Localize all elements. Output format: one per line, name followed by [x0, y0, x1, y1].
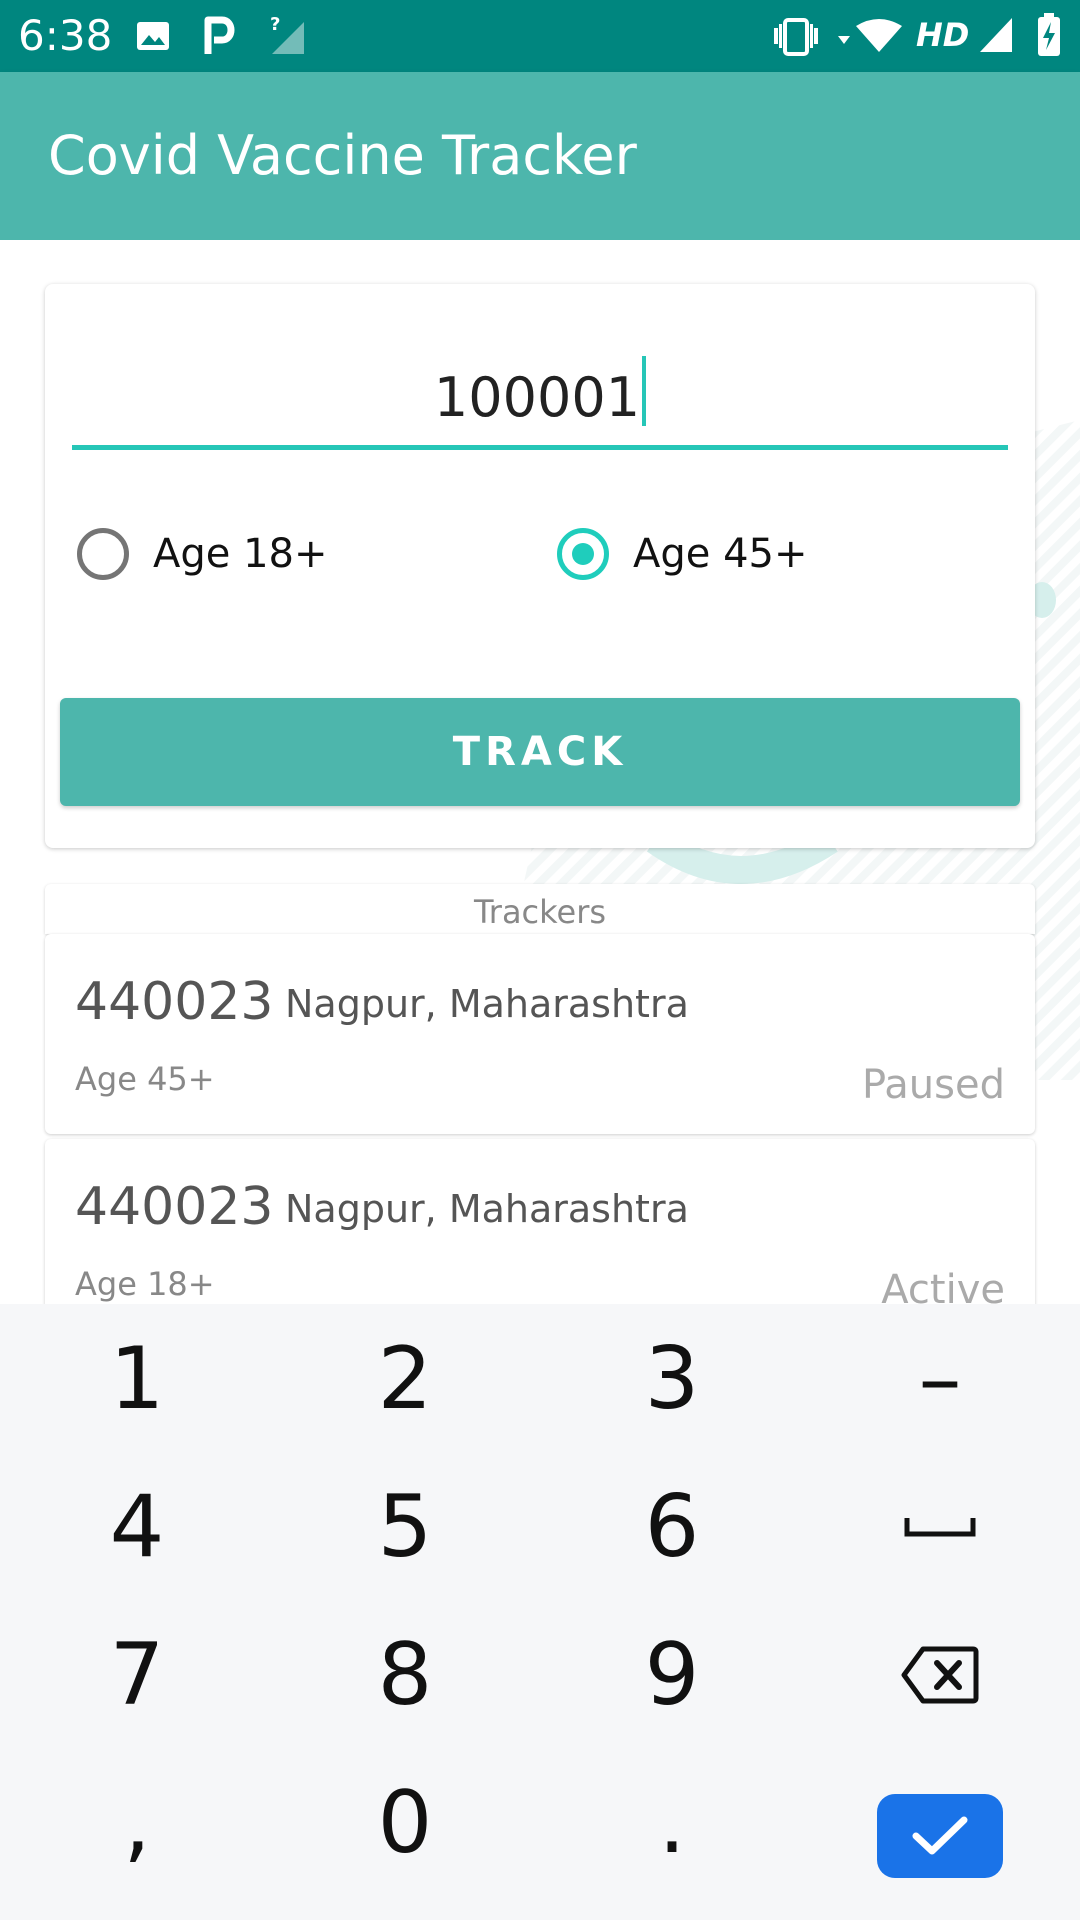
status-time: 6:38 [18, 11, 113, 60]
page-title: Covid Vaccine Tracker [48, 124, 637, 187]
key-0[interactable]: 0 [280, 1748, 530, 1898]
numeric-keyboard: 1 2 3 – 4 5 6 7 8 9 , 0 . [0, 1304, 1080, 1920]
svg-text:?: ? [270, 14, 280, 35]
tracker-age-group: Age 45+ [75, 1060, 215, 1098]
radio-unchecked-icon [77, 528, 129, 580]
parking-icon [204, 16, 235, 54]
key-space[interactable] [815, 1452, 1065, 1602]
network-type-label: HD [916, 16, 970, 54]
key-9[interactable]: 9 [547, 1600, 797, 1750]
search-card: 100001 Age 18+ Age 45+ TRACK [45, 284, 1035, 848]
radio-label-age-45: Age 45+ [633, 531, 808, 577]
tracker-location: Nagpur, Maharashtra [285, 1187, 689, 1231]
tracker-item[interactable]: 440023 Nagpur, Maharashtra Age 18+ Activ… [45, 1139, 1035, 1304]
tracker-item[interactable]: 440023 Nagpur, Maharashtra Age 45+ Pause… [45, 934, 1035, 1134]
radio-checked-icon [557, 528, 609, 580]
key-comma[interactable]: , [12, 1748, 262, 1898]
input-underline [72, 445, 1008, 450]
tracker-location: Nagpur, Maharashtra [285, 982, 689, 1026]
image-icon [137, 22, 169, 50]
key-backspace[interactable] [815, 1600, 1065, 1750]
trackers-header: Trackers [45, 884, 1035, 934]
no-signal-icon: ? [270, 14, 304, 54]
status-bar: 6:38 ? HD [0, 0, 1080, 72]
backspace-icon [901, 1646, 979, 1704]
vibrate-icon [774, 18, 818, 56]
key-1[interactable]: 1 [12, 1304, 262, 1454]
key-3[interactable]: 3 [547, 1304, 797, 1454]
done-check-icon [912, 1816, 968, 1855]
tracker-status: Active [881, 1267, 1005, 1304]
radio-age-45[interactable]: Age 45+ [557, 524, 808, 584]
tracker-pincode: 440023 [75, 972, 274, 1032]
app-bar: Covid Vaccine Tracker [0, 72, 1080, 240]
tracker-status: Paused [861, 1062, 1005, 1108]
track-button[interactable]: TRACK [60, 698, 1020, 806]
text-cursor [642, 356, 647, 426]
battery-charging-icon [1038, 13, 1060, 56]
done-key[interactable] [877, 1794, 1003, 1878]
main-content: 100001 Age 18+ Age 45+ TRACK Trackers 44… [0, 240, 1080, 1304]
key-8[interactable]: 8 [280, 1600, 530, 1750]
pincode-value: 100001 [433, 366, 641, 429]
radio-label-age-18: Age 18+ [153, 531, 328, 577]
key-5[interactable]: 5 [280, 1452, 530, 1602]
key-period[interactable]: . [547, 1748, 797, 1898]
wifi-icon [838, 19, 902, 52]
signal-icon [980, 18, 1012, 52]
space-icon [904, 1518, 976, 1537]
key-7[interactable]: 7 [12, 1600, 262, 1750]
tracker-age-group: Age 18+ [75, 1265, 215, 1303]
radio-age-18[interactable]: Age 18+ [77, 524, 328, 584]
key-minus[interactable]: – [815, 1304, 1065, 1454]
key-2[interactable]: 2 [280, 1304, 530, 1454]
key-6[interactable]: 6 [547, 1452, 797, 1602]
key-4[interactable]: 4 [12, 1452, 262, 1602]
pincode-input[interactable]: 100001 [72, 356, 1008, 430]
tracker-pincode: 440023 [75, 1177, 274, 1237]
